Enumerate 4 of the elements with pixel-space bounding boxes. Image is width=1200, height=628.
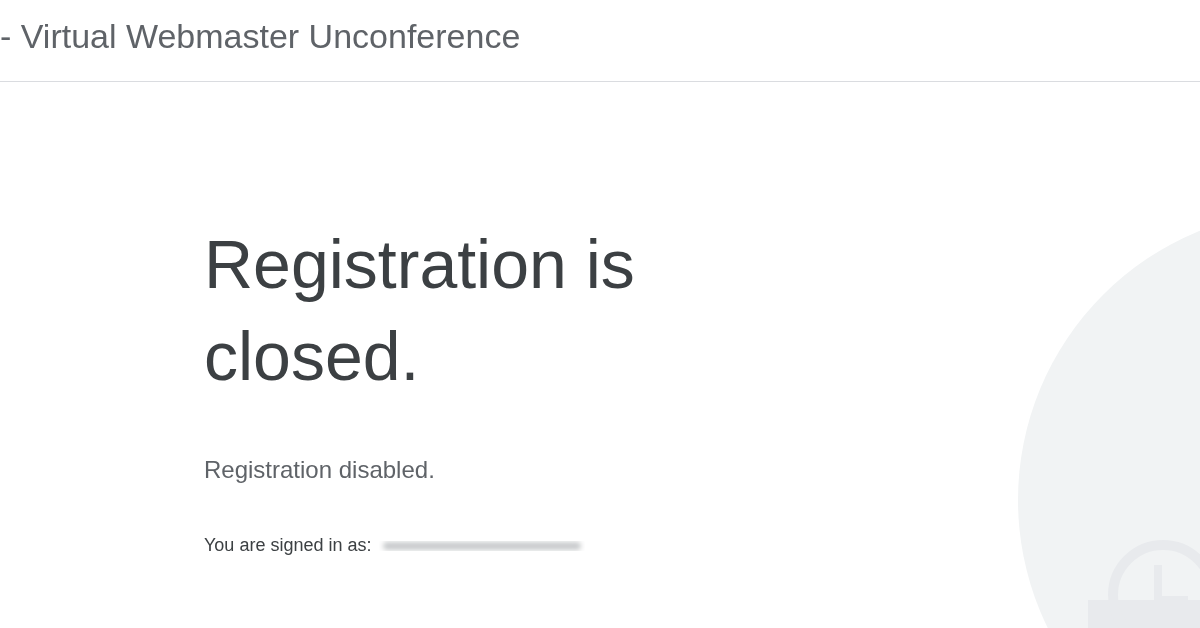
status-message: Registration disabled. bbox=[204, 455, 436, 485]
page-title: - Virtual Webmaster Unconference bbox=[0, 16, 522, 57]
signed-in-label: You are signed in as: bbox=[204, 534, 372, 557]
heading: Registration is closed. bbox=[204, 225, 636, 396]
